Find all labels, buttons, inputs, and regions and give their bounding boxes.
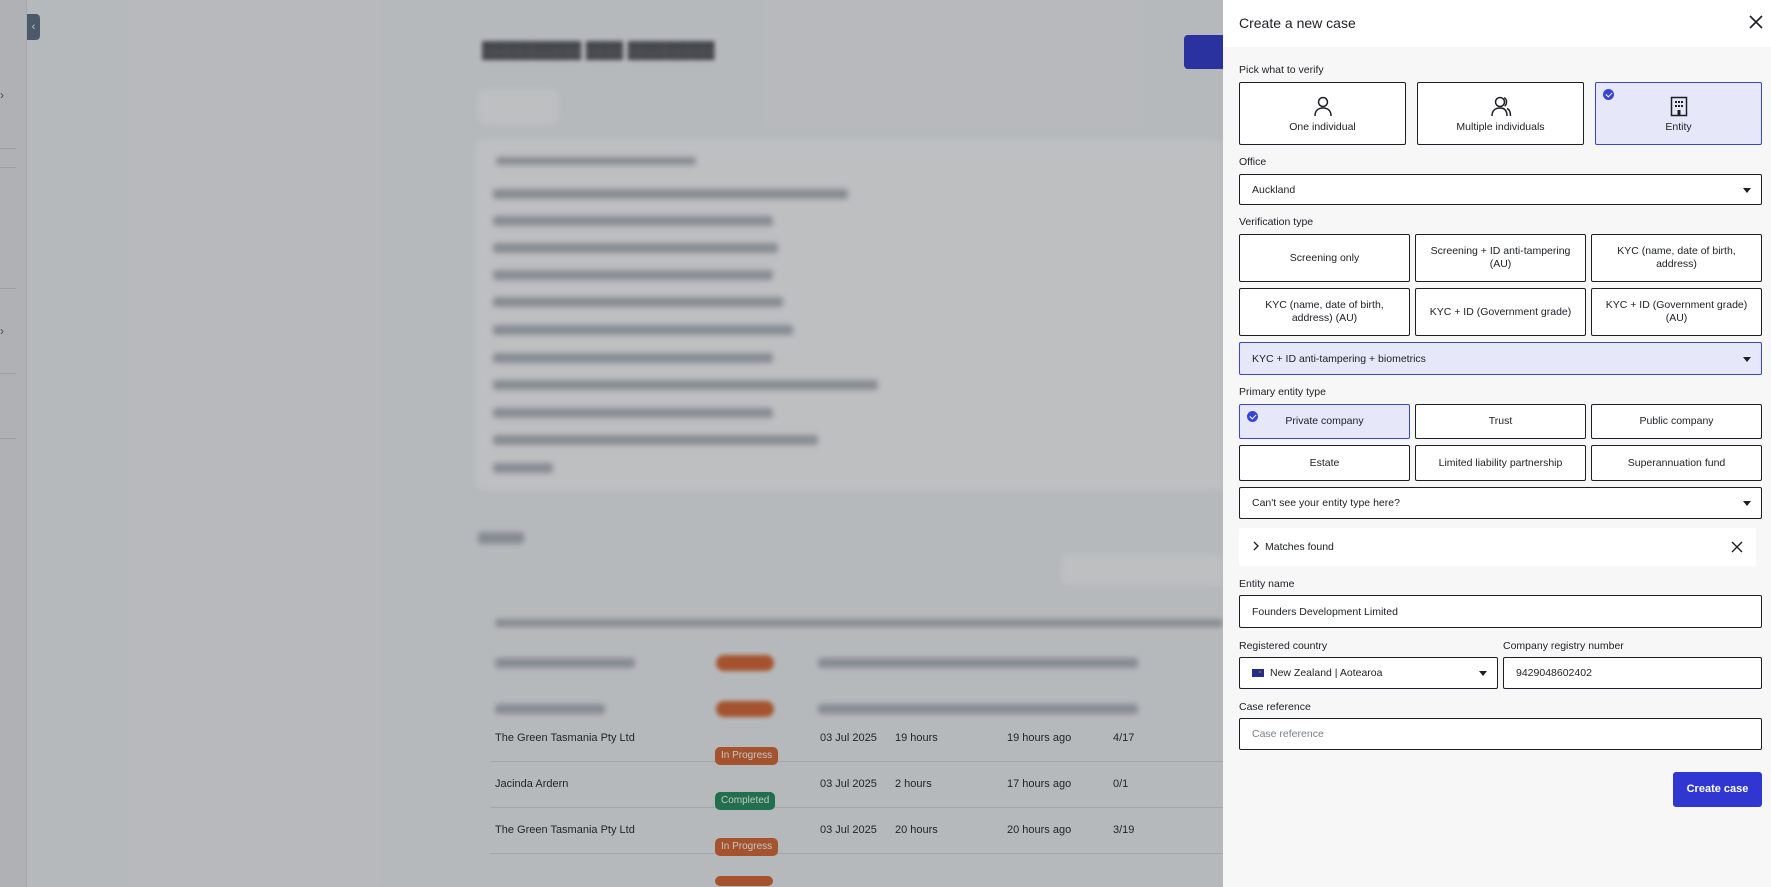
verify-multiple-individuals[interactable]: Multiple individuals: [1417, 82, 1584, 145]
registered-country-select[interactable]: New Zealand | Aotearoa: [1239, 657, 1498, 689]
tile-label: Entity: [1665, 121, 1692, 133]
close-icon[interactable]: [1730, 540, 1744, 554]
create-case-drawer: Create a new case Pick what to verify On…: [1223, 0, 1771, 887]
other-entity-type-select[interactable]: Can't see your entity type here?: [1239, 487, 1762, 519]
people-icon: [1490, 96, 1511, 117]
entity-type-option[interactable]: Public company: [1591, 404, 1762, 439]
verification-option[interactable]: KYC + ID (Government grade): [1415, 288, 1586, 336]
entity-type-option[interactable]: Private company: [1239, 404, 1410, 439]
tile-label: Multiple individuals: [1456, 121, 1545, 133]
matches-found-panel[interactable]: Matches found: [1239, 528, 1756, 566]
matches-found-label: Matches found: [1265, 541, 1334, 553]
case-reference-field[interactable]: [1239, 718, 1762, 750]
registry-number-label: Company registry number: [1503, 640, 1624, 652]
verification-option[interactable]: KYC (name, date of birth, address): [1591, 234, 1762, 282]
case-reference-input[interactable]: [1240, 719, 1761, 749]
verify-one-individual[interactable]: One individual: [1239, 82, 1406, 145]
verification-option[interactable]: KYC + ID (Government grade) (AU): [1591, 288, 1762, 336]
verification-option[interactable]: KYC (name, date of birth, address) (AU): [1239, 288, 1410, 336]
caret-down-icon: [1479, 671, 1487, 676]
checkmark-icon: [1603, 89, 1614, 100]
entity-name-field[interactable]: [1239, 595, 1762, 628]
office-select[interactable]: Auckland: [1239, 174, 1762, 205]
verify-entity[interactable]: Entity: [1595, 82, 1762, 145]
person-icon: [1313, 96, 1332, 117]
verification-type-select[interactable]: KYC + ID anti-tampering + biometrics: [1239, 342, 1762, 375]
caret-down-icon: [1743, 187, 1751, 193]
building-icon: [1670, 96, 1687, 117]
close-icon[interactable]: [1747, 13, 1765, 31]
verification-option[interactable]: Screening only: [1239, 234, 1410, 282]
registry-number-input[interactable]: [1504, 658, 1761, 688]
tile-label: One individual: [1289, 121, 1356, 133]
verification-option[interactable]: Screening + ID anti-tampering (AU): [1415, 234, 1586, 282]
chevron-right-icon[interactable]: [1252, 541, 1260, 551]
modal-backdrop[interactable]: [0, 0, 1223, 887]
case-reference-label: Case reference: [1239, 701, 1311, 713]
create-case-button[interactable]: Create case: [1673, 772, 1762, 807]
nz-flag-icon: [1252, 669, 1264, 677]
drawer-title: Create a new case: [1239, 15, 1356, 31]
verify-label: Pick what to verify: [1239, 64, 1324, 76]
entity-type-option[interactable]: Trust: [1415, 404, 1586, 439]
office-label: Office: [1239, 156, 1267, 168]
entity-name-label: Entity name: [1239, 578, 1295, 590]
entity-type-label: Primary entity type: [1239, 386, 1326, 398]
entity-type-option[interactable]: Superannuation fund: [1591, 445, 1762, 481]
entity-type-option[interactable]: Estate: [1239, 445, 1410, 481]
registry-number-field[interactable]: [1503, 657, 1762, 689]
registered-country-label: Registered country: [1239, 640, 1328, 652]
checkmark-icon: [1247, 411, 1258, 422]
entity-type-option[interactable]: Limited liability partnership: [1415, 445, 1586, 481]
entity-name-input[interactable]: [1240, 596, 1761, 627]
verification-type-label: Verification type: [1239, 216, 1314, 228]
drawer-header: Create a new case: [1223, 0, 1771, 47]
caret-down-icon: [1743, 356, 1751, 362]
caret-down-icon: [1743, 501, 1751, 506]
